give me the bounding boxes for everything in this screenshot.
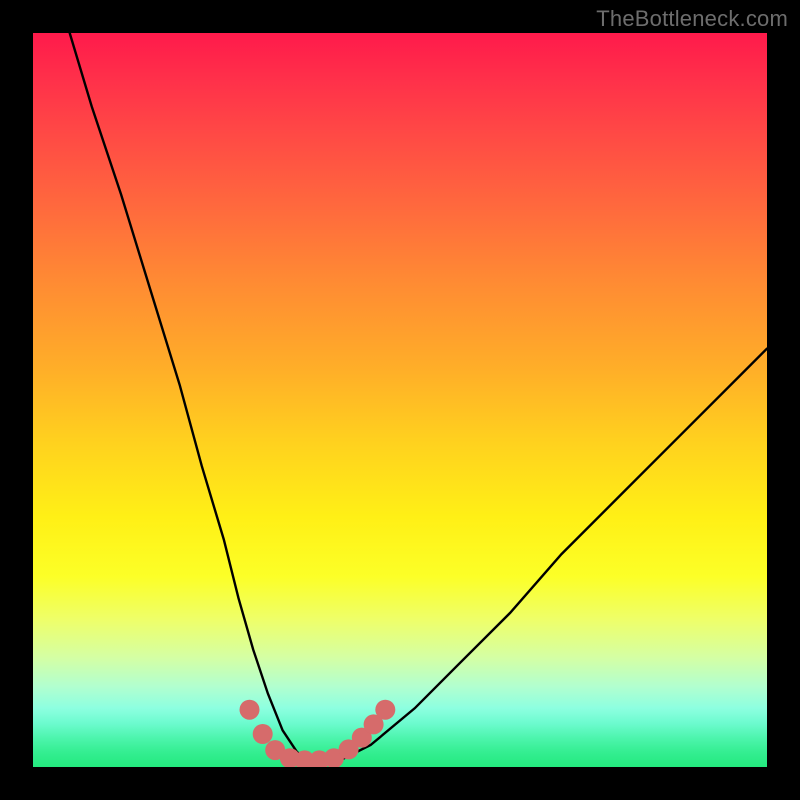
curve-layer: [33, 33, 767, 767]
highlight-dot: [375, 700, 395, 720]
plot-area: [33, 33, 767, 767]
bottleneck-curve: [70, 33, 767, 760]
highlight-dots: [240, 700, 396, 767]
highlight-dot: [253, 724, 273, 744]
bottleneck-curve-path: [70, 33, 767, 760]
highlight-dot: [240, 700, 260, 720]
watermark-text: TheBottleneck.com: [596, 6, 788, 32]
chart-frame: TheBottleneck.com: [0, 0, 800, 800]
